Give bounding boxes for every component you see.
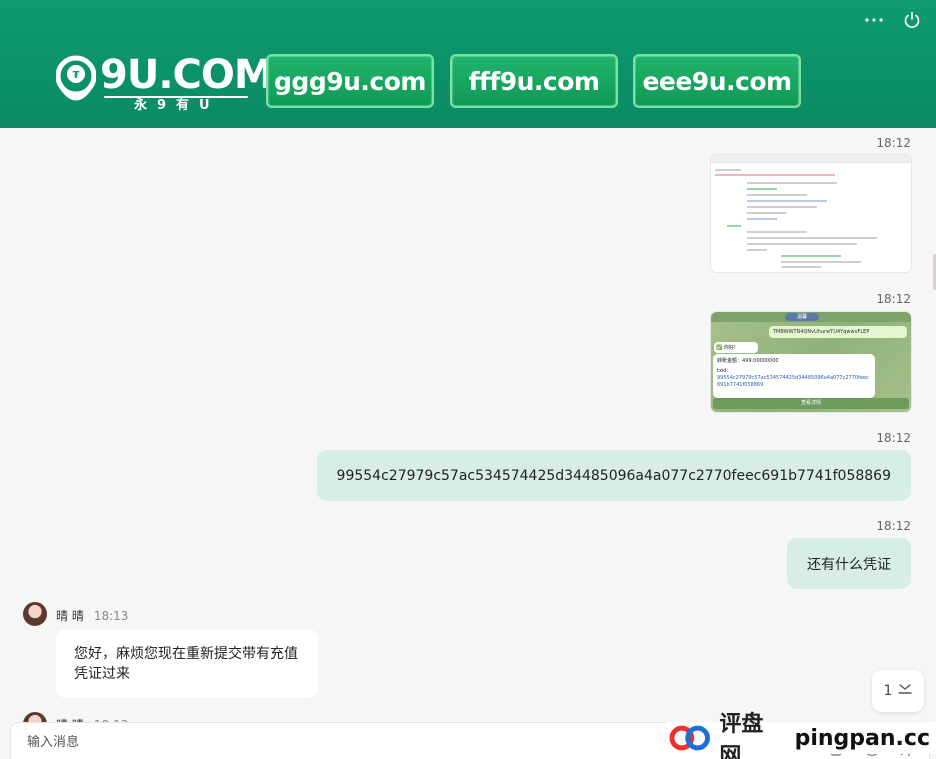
site-logo[interactable]: ₮ 9U.COM 永9有U (56, 52, 274, 114)
message-time: 18:13 (93, 609, 129, 623)
domain-button-eee9u[interactable]: eee9u.com (633, 54, 801, 108)
sender-name: 晴 晴 (56, 609, 84, 623)
image-message-telegram[interactable]: 温馨 TMBWWTN4QNvUhurwTU4YqwwvFLEP ✅ 你好! 转账… (711, 312, 911, 412)
message-time: 18:12 (876, 292, 911, 306)
telegram-screenshot-thumbnail: 温馨 TMBWWTN4QNvUhurwTU4YqwwvFLEP ✅ 你好! 转账… (711, 312, 911, 412)
scroll-to-bottom-button[interactable]: 1 (872, 670, 924, 712)
screenshot-thumbnail (711, 155, 911, 272)
sender-line: 晴 晴 18:13 (56, 607, 128, 624)
header-banner: ₮ 9U.COM 永9有U ggg9u.com fff9u.com eee9u.… (0, 0, 936, 128)
message-text: 还有什么凭证 (807, 556, 891, 573)
tg-address: TMBWWTN4QNvUhurwTU4YqwwvFLEP (769, 326, 907, 338)
outgoing-message-bubble[interactable]: 还有什么凭证 (787, 538, 911, 589)
tg-card: 转账金额：499.00000000 txid： 99554c27979c57ac… (713, 354, 875, 398)
more-dots-icon[interactable] (864, 10, 884, 30)
message-time: 18:12 (876, 519, 911, 533)
logo-subtitle: 永9有U (134, 98, 220, 113)
avatar[interactable] (23, 602, 47, 626)
double-chevron-down-icon (898, 683, 913, 699)
message-text: 99554c27979c57ac534574425d34485096a4a077… (336, 467, 891, 484)
outgoing-message-bubble[interactable]: 99554c27979c57ac534574425d34485096a4a077… (316, 450, 911, 501)
message-time: 18:12 (876, 136, 911, 150)
power-icon[interactable] (902, 10, 922, 30)
domain-button-ggg9u[interactable]: ggg9u.com (266, 54, 434, 108)
message-time: 18:12 (876, 431, 911, 445)
tg-button: 查看详情 (713, 398, 909, 409)
svg-text:₮: ₮ (73, 70, 80, 81)
watermark-cn: 评盘网 (719, 712, 764, 759)
tg-pill: 温馨 (785, 313, 819, 321)
tg-txid-label: txid： (717, 368, 732, 374)
image-message-screenshot[interactable] (711, 155, 911, 272)
tg-check: ✅ 你好! (714, 342, 758, 353)
incoming-message-bubble[interactable]: 您好，麻烦您现在重新提交带有充值凭证过来 (56, 629, 318, 698)
tg-txid: 99554c27979c57ac534574425d34485096a4a077… (717, 375, 869, 388)
logo-emblem-icon: ₮ (56, 55, 96, 101)
watermark-en: pingpan.cc (794, 725, 930, 751)
unread-count: 1 (883, 683, 893, 699)
domain-button-fff9u[interactable]: fff9u.com (450, 54, 618, 108)
logo-text: 9U.COM (100, 52, 274, 98)
tg-amount: 转账金额：499.00000000 (717, 358, 779, 364)
watermark-logo-icon (669, 725, 710, 751)
message-text: 您好，麻烦您现在重新提交带有充值凭证过来 (74, 646, 298, 682)
message-input[interactable] (27, 735, 627, 750)
watermark: 评盘网 pingpan.cc (666, 712, 936, 759)
